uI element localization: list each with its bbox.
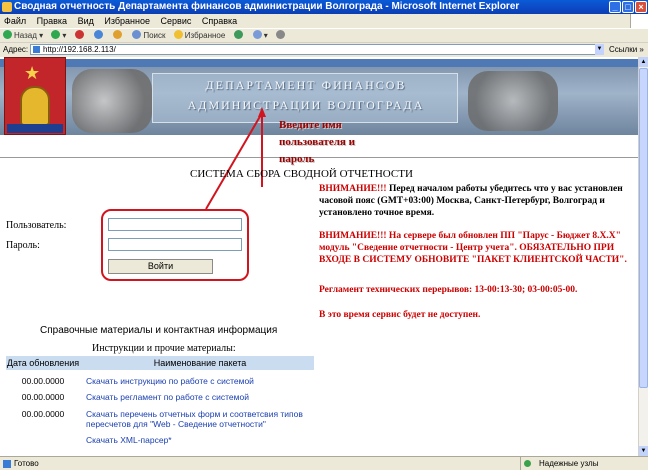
username-label: Пользователь: bbox=[6, 220, 67, 231]
maximize-button[interactable]: □ bbox=[622, 1, 634, 13]
star-icon bbox=[173, 30, 183, 39]
security-zone-label: Надежные узлы bbox=[539, 459, 599, 468]
window-title: Сводная отчетность Департамента финансов… bbox=[14, 1, 520, 12]
history-button[interactable] bbox=[231, 29, 248, 43]
instructions-heading: Инструкции и прочие материалы: bbox=[92, 343, 236, 354]
refresh-button[interactable] bbox=[91, 29, 108, 43]
forward-arrow-icon bbox=[51, 30, 61, 39]
ie-icon bbox=[2, 2, 12, 12]
reference-heading: Справочные материалы и контактная информ… bbox=[40, 325, 278, 336]
back-label: Назад bbox=[14, 31, 37, 40]
scroll-down-icon[interactable]: ▼ bbox=[639, 446, 648, 456]
history-icon bbox=[233, 30, 243, 39]
address-label: Адрес: bbox=[3, 45, 29, 54]
row-date: 00.00.0000 bbox=[21, 409, 65, 419]
toolbar: Назад ▾ ▾ Поиск Избранное ▾ bbox=[0, 28, 648, 42]
download-link[interactable]: Скачать регламент по работе с системой bbox=[86, 392, 314, 402]
close-button[interactable]: × bbox=[635, 1, 647, 13]
materials-table-header: Дата обновления Наименование пакета bbox=[6, 356, 314, 370]
menu-view[interactable]: Вид bbox=[74, 14, 98, 28]
refresh-icon bbox=[93, 30, 103, 39]
notice-timezone: ВНИМАНИЕ!!! Перед началом работы убедите… bbox=[319, 183, 629, 219]
page-icon bbox=[33, 46, 40, 53]
menu-file[interactable]: Файл bbox=[0, 14, 30, 28]
download-link[interactable]: Скачать перечень отчетных форм и соответ… bbox=[86, 409, 314, 429]
menu-bar: Файл Правка Вид Избранное Сервис Справка bbox=[0, 14, 648, 28]
address-url: http://192.168.2.113/ bbox=[43, 45, 116, 54]
status-text: Готово bbox=[14, 459, 39, 468]
stop-icon bbox=[74, 30, 84, 39]
login-hint-callout: Введите имя пользователя и пароль bbox=[279, 119, 355, 165]
search-button[interactable]: Поиск bbox=[129, 29, 168, 43]
address-input[interactable]: http://192.168.2.113/ ▼ bbox=[30, 44, 604, 55]
system-title: СИСТЕМА СБОРА СВОДНОЙ ОТЧЕТНОСТИ bbox=[190, 168, 413, 180]
windows-logo-icon bbox=[630, 14, 648, 28]
column-date: Дата обновления bbox=[6, 358, 80, 368]
home-icon bbox=[113, 30, 123, 39]
stop-button[interactable] bbox=[72, 29, 89, 43]
favorites-label: Избранное bbox=[184, 31, 226, 40]
back-arrow-icon bbox=[3, 30, 12, 39]
home-button[interactable] bbox=[110, 29, 127, 43]
favorites-button[interactable]: Избранное bbox=[171, 29, 229, 43]
forward-button[interactable]: ▾ bbox=[48, 29, 69, 43]
download-link[interactable]: Скачать инструкцию по работе с системой bbox=[86, 376, 314, 386]
mail-button[interactable]: ▾ bbox=[250, 29, 271, 43]
download-link[interactable]: Скачать XML-парсер* bbox=[86, 435, 314, 445]
page-done-icon bbox=[3, 460, 11, 468]
row-date: 00.00.0000 bbox=[21, 376, 65, 386]
menu-edit[interactable]: Правка bbox=[33, 14, 71, 28]
links-label: Ссылки bbox=[609, 45, 638, 54]
login-highlight-box bbox=[101, 209, 249, 281]
window-title-bar: Сводная отчетность Департамента финансов… bbox=[0, 0, 648, 14]
scroll-thumb[interactable] bbox=[639, 68, 648, 388]
menu-favorites[interactable]: Избранное bbox=[100, 14, 154, 28]
address-dropdown-icon[interactable]: ▼ bbox=[595, 44, 604, 55]
notice-timezone-prefix: ВНИМАНИЕ!!! bbox=[319, 184, 387, 194]
back-button[interactable]: Назад ▾ bbox=[0, 29, 46, 43]
search-label: Поиск bbox=[143, 31, 166, 40]
column-package-name: Наименование пакета bbox=[153, 358, 247, 368]
notice-update: ВНИМАНИЕ!!! На сервере был обновлен ПП "… bbox=[319, 231, 627, 265]
search-icon bbox=[132, 30, 142, 39]
print-button[interactable] bbox=[273, 29, 290, 43]
menu-help[interactable]: Справка bbox=[198, 14, 241, 28]
security-zone: Надежные узлы bbox=[520, 457, 648, 470]
scroll-up-icon[interactable]: ▲ bbox=[639, 57, 648, 67]
address-bar: Адрес: http://192.168.2.113/ ▼ Ссылки » bbox=[0, 42, 648, 56]
status-bar: Готово Надежные узлы bbox=[0, 456, 648, 470]
vertical-scrollbar[interactable]: ▲ ▼ bbox=[638, 57, 648, 456]
print-icon bbox=[276, 30, 286, 39]
notice-maintenance: Регламент технических перерывов: 13-00:1… bbox=[319, 285, 578, 295]
password-label: Пароль: bbox=[6, 240, 40, 251]
minimize-button[interactable]: _ bbox=[609, 1, 621, 13]
page-content: ДЕПАРТАМЕНТ ФИНАНСОВ АДМИНИСТРАЦИИ ВОЛГО… bbox=[0, 57, 638, 456]
row-date: 00.00.0000 bbox=[21, 392, 65, 402]
notice-unavailable: В это время сервис будет не доступен. bbox=[319, 310, 481, 320]
mail-icon bbox=[252, 30, 262, 39]
links-button[interactable]: Ссылки » bbox=[609, 43, 648, 56]
menu-tools[interactable]: Сервис bbox=[157, 14, 196, 28]
